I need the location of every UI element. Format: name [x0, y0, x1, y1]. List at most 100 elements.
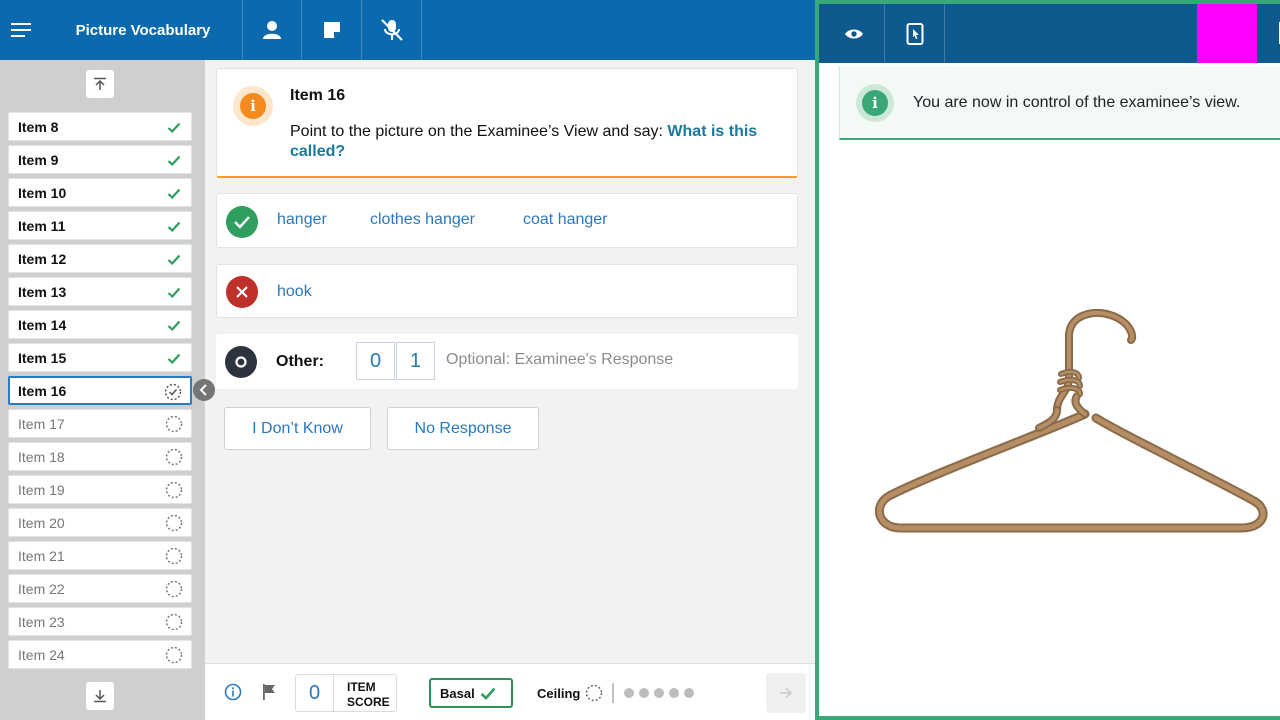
toast-message: You are now in control of the examinee’s…	[913, 94, 1241, 111]
sidebar-item[interactable]: Item 17	[8, 409, 192, 438]
item-status	[165, 151, 183, 169]
sidebar-item[interactable]: Item 15	[8, 343, 192, 372]
other-radio-icon[interactable]	[225, 346, 257, 378]
sidebar-item[interactable]: Item 12	[8, 244, 192, 273]
microphone-toggle[interactable]	[362, 0, 422, 60]
dont-know-button[interactable]: I Don’t Know	[224, 407, 371, 450]
scroll-to-top-button[interactable]	[86, 70, 114, 98]
sidebar-item-label: Item 8	[18, 118, 59, 135]
pending-circle-icon	[165, 580, 183, 598]
scoring-footer: 0 ITEM SCORE Basal Ceiling	[205, 663, 815, 720]
magenta-marker	[1197, 4, 1257, 63]
person-icon	[263, 21, 281, 39]
eye-icon	[844, 29, 863, 38]
sidebar-item-label: Item 24	[18, 646, 65, 663]
view-toggle-button[interactable]	[823, 4, 885, 63]
sidebar-item-label: Item 21	[18, 547, 65, 564]
sidebar-item[interactable]: Item 20	[8, 508, 192, 537]
in-progress-icon	[164, 383, 182, 401]
correct-response-hanger[interactable]: hanger	[277, 211, 327, 229]
sidebar-item[interactable]: Item 18	[8, 442, 192, 471]
correct-response-clothes-hanger[interactable]: clothes hanger	[370, 211, 475, 229]
incorrect-x-icon[interactable]	[226, 276, 258, 308]
item-score-value: 0	[296, 675, 334, 711]
notes-button[interactable]	[302, 0, 362, 60]
examinee-control-button[interactable]	[885, 4, 945, 63]
sidebar-item-label: Item 22	[18, 580, 65, 597]
correct-response-coat-hanger[interactable]: coat hanger	[523, 211, 608, 229]
sidebar-item-label: Item 20	[18, 514, 65, 531]
scroll-to-bottom-button[interactable]	[86, 682, 114, 710]
sidebar-item[interactable]: Item 22	[8, 574, 192, 603]
ceiling-dot	[684, 688, 694, 698]
sidebar-item[interactable]: Item 23	[8, 607, 192, 636]
menu-icon	[11, 23, 31, 37]
basal-status: Basal	[429, 678, 513, 708]
collapse-sidebar-button[interactable]	[193, 379, 215, 401]
item-status	[165, 580, 183, 598]
incorrect-response-hook[interactable]: hook	[277, 283, 312, 301]
check-icon	[167, 122, 181, 133]
sidebar-item-label: Item 13	[18, 283, 67, 300]
arrow-to-top-icon	[94, 77, 106, 90]
item-status	[165, 415, 183, 433]
pending-circle-icon	[165, 448, 183, 466]
no-response-button[interactable]: No Response	[387, 407, 539, 450]
ceiling-dot	[654, 688, 664, 698]
sidebar-item[interactable]: Item 13	[8, 277, 192, 306]
item-status	[164, 383, 182, 401]
item-status	[165, 349, 183, 367]
item-score-label: ITEM SCORE	[347, 680, 390, 709]
flag-icon[interactable]	[260, 683, 278, 701]
info-outline-icon[interactable]	[224, 683, 242, 701]
pending-circle-icon	[585, 684, 603, 702]
other-response-input[interactable]	[446, 351, 776, 369]
sidebar-item[interactable]: Item 24	[8, 640, 192, 669]
examiner-pane: Picture Vocabulary Item 8 Item 9 Item 10…	[0, 0, 815, 720]
pending-circle-icon	[165, 547, 183, 565]
item-status	[165, 184, 183, 202]
sidebar-item[interactable]: Item 19	[8, 475, 192, 504]
other-score-1-button[interactable]: 1	[396, 342, 435, 380]
check-icon	[167, 353, 181, 364]
test-title: Picture Vocabulary	[44, 0, 243, 60]
ceiling-dot	[669, 688, 679, 698]
item-sidebar: Item 8 Item 9 Item 10 Item 11 Item 12 Item 13…	[0, 60, 205, 720]
sidebar-item[interactable]: Item 11	[8, 211, 192, 240]
other-response-card: Other: 0 1	[216, 334, 798, 389]
pending-circle-icon	[165, 646, 183, 664]
check-icon	[167, 254, 181, 265]
item-status	[165, 316, 183, 334]
sidebar-item[interactable]: Item 16	[8, 376, 192, 405]
pending-circle-icon	[165, 514, 183, 532]
sidebar-item[interactable]: Item 14	[8, 310, 192, 339]
sidebar-item[interactable]: Item 8	[8, 112, 192, 141]
sidebar-item-label: Item 18	[18, 448, 65, 465]
examinee-info-button[interactable]	[243, 0, 302, 60]
item-status	[165, 217, 183, 235]
sidebar-item[interactable]: Item 10	[8, 178, 192, 207]
item-status	[165, 514, 183, 532]
examinee-toolbar	[819, 4, 1280, 63]
note-icon	[323, 22, 340, 38]
menu-button[interactable]	[0, 0, 44, 60]
examinee-view-pane: i You are now in control of the examinee…	[815, 0, 1280, 720]
info-icon: i	[233, 86, 273, 126]
item-instruction: Point to the picture on the Examinee’s V…	[290, 123, 758, 160]
item-title: Item 16	[290, 87, 346, 104]
footer-separator	[612, 683, 614, 703]
control-toast: i You are now in control of the examinee…	[839, 66, 1280, 140]
chevron-left-icon	[199, 384, 207, 396]
check-icon	[167, 188, 181, 199]
other-score-0-button[interactable]: 0	[356, 342, 395, 380]
coat-hanger-image	[875, 308, 1268, 533]
examiner-toolbar: Picture Vocabulary	[0, 0, 815, 60]
check-icon	[167, 155, 181, 166]
sidebar-item[interactable]: Item 21	[8, 541, 192, 570]
sidebar-item[interactable]: Item 9	[8, 145, 192, 174]
correct-check-icon[interactable]	[226, 206, 258, 238]
item-status	[165, 613, 183, 631]
check-icon	[167, 221, 181, 232]
pending-circle-icon	[165, 415, 183, 433]
next-item-button[interactable]	[766, 673, 806, 713]
